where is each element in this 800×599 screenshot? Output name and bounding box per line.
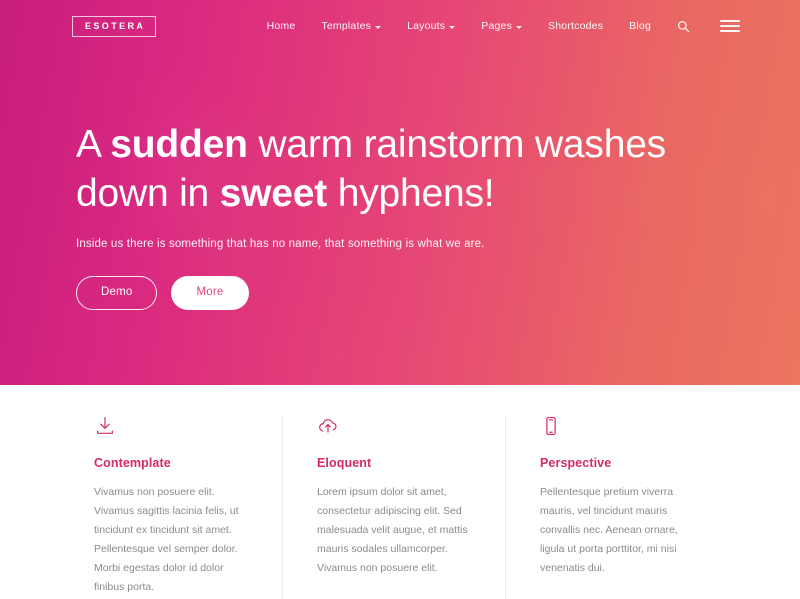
nav-label: Home — [266, 20, 296, 32]
feature-card-contemplate: Contemplate Vivamus non posuere elit. Vi… — [72, 415, 282, 599]
more-button[interactable]: More — [171, 276, 249, 310]
feature-card-eloquent: Eloquent Lorem ipsum dolor sit amet, con… — [282, 415, 505, 599]
feature-icon-wrapper — [317, 415, 479, 441]
nav-item-home[interactable]: Home — [267, 20, 296, 32]
chevron-down-icon — [516, 25, 523, 29]
site-logo[interactable]: ESOTERA — [72, 15, 157, 37]
main-navigation: Home Templates Layouts Pages Shortcodes — [267, 20, 740, 33]
nav-label: Layouts — [407, 20, 446, 32]
hamburger-menu-icon — [720, 25, 740, 27]
headline-text-1: A — [76, 123, 111, 166]
chevron-down-icon — [375, 25, 382, 29]
nav-label: Templates — [321, 20, 372, 32]
feature-icon-wrapper — [540, 415, 702, 441]
headline-text-3: hyphens! — [327, 172, 495, 215]
hamburger-menu-button[interactable] — [720, 20, 740, 32]
hamburger-menu-icon — [720, 30, 740, 32]
headline-emphasis-2: sweet — [219, 172, 328, 215]
demo-button[interactable]: Demo — [76, 276, 158, 310]
search-button[interactable] — [677, 20, 690, 33]
hero-headline: A sudden warm rainstorm washes down in s… — [76, 120, 736, 218]
feature-title: Contemplate — [94, 456, 171, 470]
nav-label: Shortcodes — [548, 20, 604, 32]
nav-item-shortcodes[interactable]: Shortcodes — [548, 20, 603, 32]
chevron-down-icon — [449, 25, 456, 29]
hero-section: ESOTERA Home Templates Layouts Pages Sho… — [0, 0, 800, 385]
feature-title: Perspective — [540, 456, 612, 470]
nav-item-blog[interactable]: Blog — [629, 20, 651, 32]
hero-button-group: Demo More — [76, 276, 800, 310]
feature-card-perspective: Perspective Pellentesque pretium viverra… — [505, 415, 728, 599]
hero-content: A sudden warm rainstorm washes down in s… — [0, 52, 800, 310]
features-section: Contemplate Vivamus non posuere elit. Vi… — [0, 385, 800, 599]
feature-body: Lorem ipsum dolor sit amet, consectetur … — [317, 486, 468, 574]
feature-body: Pellentesque pretium viverra mauris, vel… — [540, 486, 678, 574]
nav-item-templates[interactable]: Templates — [321, 20, 382, 32]
mobile-phone-icon — [546, 416, 556, 436]
nav-label: Blog — [629, 20, 651, 32]
nav-label: Pages — [481, 20, 513, 32]
nav-item-layouts[interactable]: Layouts — [407, 20, 456, 32]
site-header: ESOTERA Home Templates Layouts Pages Sho… — [0, 0, 800, 52]
hero-subtitle: Inside us there is something that has no… — [76, 238, 485, 250]
hamburger-menu-icon — [720, 20, 740, 22]
feature-body: Vivamus non posuere elit. Vivamus sagitt… — [94, 486, 239, 593]
cloud-upload-icon — [319, 419, 337, 433]
nav-item-pages[interactable]: Pages — [481, 20, 523, 32]
feature-title: Eloquent — [317, 456, 372, 470]
download-icon — [97, 417, 113, 434]
headline-emphasis-1: sudden — [110, 123, 248, 166]
search-icon — [678, 20, 690, 32]
feature-icon-wrapper — [94, 415, 256, 441]
